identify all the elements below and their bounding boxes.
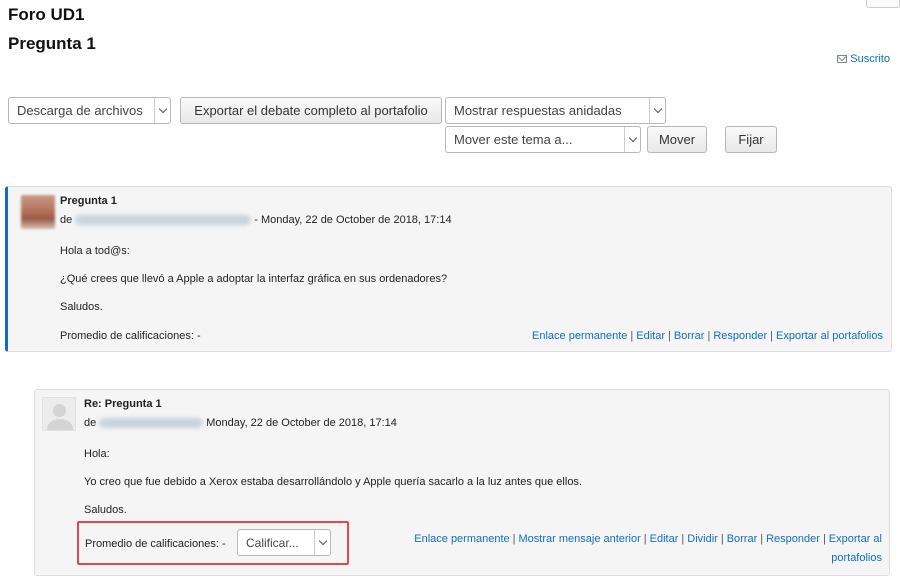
permalink-link[interactable]: Enlace permanente	[532, 330, 627, 342]
author-name-link[interactable]	[75, 215, 252, 225]
reply-link[interactable]: Responder	[713, 330, 767, 342]
post-body-line: Hola a tod@s:	[60, 245, 130, 257]
show-parent-link[interactable]: Mostrar mensaje anterior	[519, 533, 641, 545]
delete-link[interactable]: Borrar	[727, 533, 758, 545]
envelope-icon	[837, 55, 848, 63]
subscribed-label: Suscrito	[850, 53, 890, 65]
split-link[interactable]: Dividir	[687, 533, 718, 545]
post-author-line: de Monday, 22 de October de 2018, 17:14	[84, 417, 397, 429]
rating-highlight: Promedio de calificaciones: - Calificar.…	[77, 521, 349, 565]
display-mode-select[interactable]: Mostrar respuestas anidadas	[445, 97, 666, 124]
post-body-line: ¿Qué crees que llevó a Apple a adoptar l…	[60, 273, 448, 285]
forum-post: Pregunta 1 de - Monday, 22 de October de…	[5, 186, 892, 352]
edit-link[interactable]: Editar	[636, 330, 665, 342]
post-date: Monday, 22 de October de 2018, 17:14	[206, 417, 397, 429]
export-portfolio-link[interactable]: Exportar al	[829, 533, 882, 545]
post-by-label: de	[84, 417, 97, 429]
user-icon[interactable]	[42, 397, 76, 431]
download-files-select[interactable]: Descarga de archivos	[8, 97, 171, 124]
move-button[interactable]: Mover	[647, 126, 707, 153]
rating-average: Promedio de calificaciones: -	[85, 538, 226, 550]
chevron-down-icon	[154, 98, 170, 123]
post-subject: Re: Pregunta 1	[84, 398, 162, 410]
forum-post-reply: Re: Pregunta 1 de Monday, 22 de October …	[34, 389, 890, 576]
download-files-select-value: Descarga de archivos	[17, 103, 143, 118]
author-avatar[interactable]	[21, 195, 55, 229]
move-topic-select[interactable]: Mover este tema a...	[445, 126, 641, 153]
post-by-label: de	[60, 214, 73, 226]
export-portfolio-link-wrap[interactable]: portafolios	[831, 552, 882, 564]
post-body-line: Saludos.	[60, 301, 103, 313]
edit-link[interactable]: Editar	[650, 533, 679, 545]
chevron-down-icon	[649, 98, 665, 123]
post-author-line: de - Monday, 22 de October de 2018, 17:1…	[60, 214, 452, 226]
move-topic-select-value: Mover este tema a...	[454, 132, 573, 147]
rating-average: Promedio de calificaciones: -	[60, 330, 201, 342]
post-body-line: Hola:	[84, 448, 110, 460]
reply-link[interactable]: Responder	[766, 533, 820, 545]
post-body-line: Saludos.	[84, 504, 127, 516]
delete-link[interactable]: Borrar	[674, 330, 705, 342]
post-date: - Monday, 22 de October de 2018, 17:14	[254, 214, 452, 226]
rate-select-value: Calificar...	[246, 535, 299, 550]
display-mode-select-value: Mostrar respuestas anidadas	[454, 103, 622, 118]
post-commands: Enlace permanente | Editar | Borrar | Responde…	[532, 330, 883, 342]
discussion-title: Pregunta 1	[8, 34, 96, 53]
chevron-down-icon	[314, 530, 330, 555]
permalink-link[interactable]: Enlace permanente	[414, 533, 509, 545]
export-portfolio-link[interactable]: Exportar al portafolios	[776, 330, 883, 342]
post-subject: Pregunta 1	[60, 195, 117, 207]
forum-title: Foro UD1	[8, 5, 85, 24]
export-discussion-button[interactable]: Exportar el debate completo al portafoli…	[180, 97, 442, 124]
post-body-line: Yo creo que fue debido a Xerox estaba de…	[84, 476, 582, 488]
chevron-down-icon	[624, 127, 640, 152]
subscribed-link[interactable]: Suscrito	[837, 53, 890, 65]
pin-button[interactable]: Fijar	[725, 126, 777, 153]
author-name-link[interactable]	[99, 418, 204, 428]
rate-select[interactable]: Calificar...	[237, 529, 331, 556]
page-corner-control	[866, 0, 900, 8]
post-commands: Enlace permanente | Mostrar mensaje anteri…	[414, 533, 882, 545]
